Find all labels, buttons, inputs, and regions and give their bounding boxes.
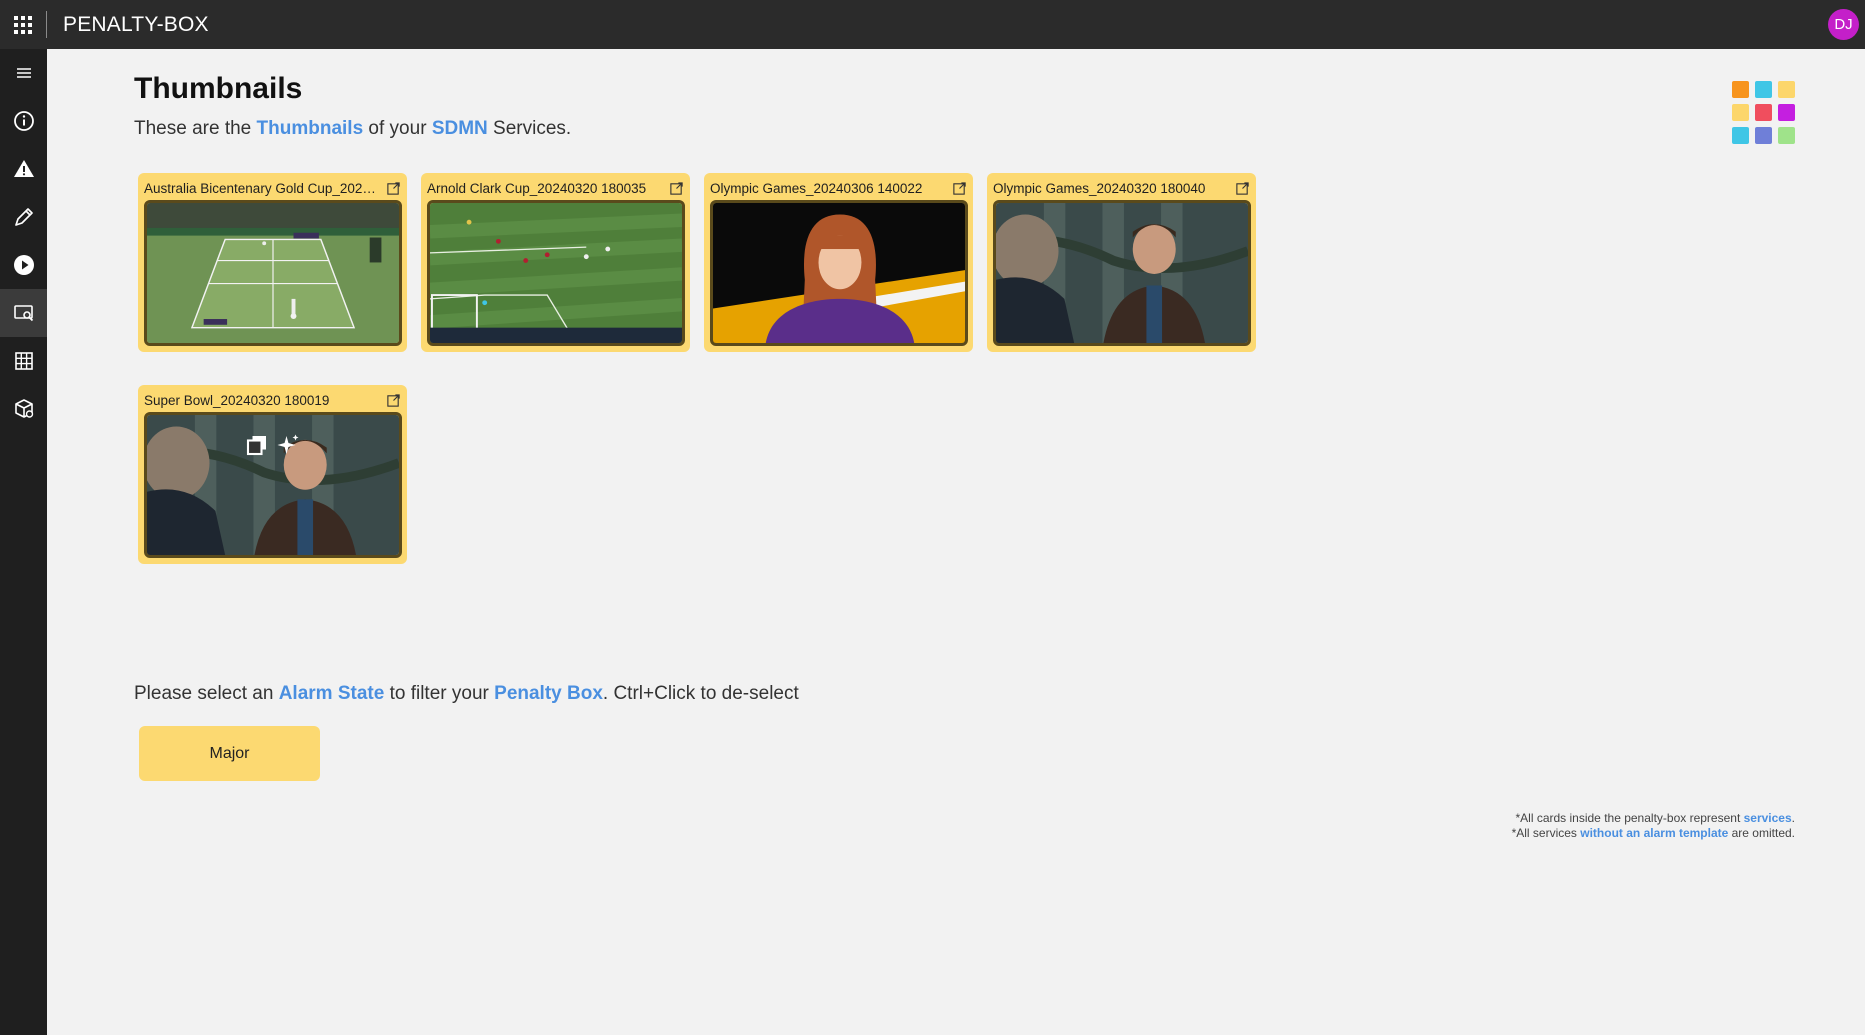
subtitle-highlight-thumbnails: Thumbnails bbox=[256, 118, 364, 139]
footnote-highlight-no-template: without an alarm template bbox=[1580, 826, 1729, 840]
open-external-icon[interactable] bbox=[386, 393, 401, 408]
sidebar bbox=[0, 49, 47, 1035]
topbar-divider bbox=[46, 11, 47, 38]
logo-tile bbox=[1778, 81, 1795, 98]
app-title: PENALTY-BOX bbox=[63, 12, 209, 36]
footnote-text: . bbox=[1791, 811, 1795, 825]
subtitle-text: of your bbox=[363, 118, 432, 139]
info-icon bbox=[13, 111, 34, 131]
open-external-icon[interactable] bbox=[669, 181, 684, 196]
user-avatar[interactable]: DJ bbox=[1828, 9, 1859, 40]
thumbnail-card[interactable]: Australia Bicentenary Gold Cup_2024... bbox=[138, 173, 407, 352]
hamburger-menu-icon bbox=[16, 68, 31, 78]
logo-tile bbox=[1732, 81, 1749, 98]
package-icon bbox=[14, 399, 33, 418]
alarm-state-major-button[interactable]: Major bbox=[139, 726, 320, 781]
sidebar-item-info[interactable] bbox=[0, 97, 47, 145]
enhance-thumbnail-button[interactable] bbox=[276, 433, 300, 457]
grid-table-icon bbox=[14, 352, 33, 370]
logo-tile bbox=[1755, 127, 1772, 144]
page-title: Thumbnails bbox=[134, 72, 303, 105]
filter-text: to filter your bbox=[384, 683, 495, 704]
footnote: *All cards inside the penalty-box repres… bbox=[1512, 811, 1795, 841]
brand-logo bbox=[1732, 81, 1795, 144]
pencil-icon bbox=[14, 208, 33, 226]
thumbnail-card[interactable]: Olympic Games_20240306 140022 bbox=[704, 173, 973, 352]
subtitle-highlight-sdmn: SDMN bbox=[431, 118, 488, 139]
footnote-text: *All cards inside the penalty-box repres… bbox=[1515, 811, 1744, 825]
logo-tile bbox=[1755, 81, 1772, 98]
footnote-text: are omitted. bbox=[1728, 826, 1795, 840]
thumbnail-image[interactable] bbox=[710, 200, 968, 346]
sidebar-item-grid[interactable] bbox=[0, 337, 47, 385]
play-icon bbox=[13, 255, 34, 275]
thumbnail-image[interactable] bbox=[144, 200, 402, 346]
logo-tile bbox=[1755, 104, 1772, 121]
subtitle-text: Services. bbox=[487, 118, 572, 139]
app-launcher-button[interactable] bbox=[0, 0, 46, 49]
thumbnail-card[interactable]: Arnold Clark Cup_20240320 180035 bbox=[421, 173, 690, 352]
card-title: Australia Bicentenary Gold Cup_2024... bbox=[144, 180, 381, 196]
sidebar-item-packages[interactable] bbox=[0, 385, 47, 433]
thumbnail-image[interactable] bbox=[427, 200, 685, 346]
open-external-icon[interactable] bbox=[952, 181, 967, 196]
footnote-line-1: *All cards inside the penalty-box repres… bbox=[1512, 811, 1795, 826]
filter-highlight-penalty-box: Penalty Box bbox=[494, 683, 603, 704]
sidebar-item-play[interactable] bbox=[0, 241, 47, 289]
top-bar: PENALTY-BOX DJ bbox=[0, 0, 1865, 49]
page-subtitle: These are the Thumbnails of your SDMN Se… bbox=[134, 118, 571, 140]
copy-image-icon bbox=[246, 436, 266, 456]
filter-text: Please select an bbox=[134, 683, 279, 704]
thumbnail-search-icon bbox=[13, 305, 33, 322]
subtitle-text: These are the bbox=[134, 118, 257, 139]
open-external-icon[interactable] bbox=[1235, 181, 1250, 196]
thumbnail-image[interactable] bbox=[993, 200, 1251, 346]
logo-tile bbox=[1732, 104, 1749, 121]
logo-tile bbox=[1778, 104, 1795, 121]
open-external-icon[interactable] bbox=[386, 181, 401, 196]
thumbnail-card[interactable]: Olympic Games_20240320 180040 bbox=[987, 173, 1256, 352]
card-title: Olympic Games_20240306 140022 bbox=[710, 180, 923, 196]
logo-tile bbox=[1778, 127, 1795, 144]
sidebar-item-edit[interactable] bbox=[0, 193, 47, 241]
sidebar-item-menu[interactable] bbox=[0, 49, 47, 97]
card-title: Arnold Clark Cup_20240320 180035 bbox=[427, 180, 647, 196]
waffle-icon bbox=[14, 15, 32, 34]
filter-text: . Ctrl+Click to de-select bbox=[602, 683, 799, 704]
card-title: Olympic Games_20240320 180040 bbox=[993, 180, 1206, 196]
filter-instructions: Please select an Alarm State to filter y… bbox=[134, 683, 799, 705]
thumbnail-card[interactable]: Super Bowl_20240320 180019 bbox=[138, 385, 407, 564]
footnote-line-2: *All services without an alarm template … bbox=[1512, 826, 1795, 841]
card-title: Super Bowl_20240320 180019 bbox=[144, 392, 330, 408]
sidebar-item-alarms[interactable] bbox=[0, 145, 47, 193]
warning-icon bbox=[13, 160, 34, 177]
logo-tile bbox=[1732, 127, 1749, 144]
sidebar-item-thumbnails[interactable] bbox=[0, 289, 47, 337]
main-content: Thumbnails These are the Thumbnails of y… bbox=[47, 49, 1865, 1035]
footnote-text: *All services bbox=[1511, 826, 1581, 840]
footnote-highlight-services: services bbox=[1743, 811, 1792, 825]
copy-thumbnail-button[interactable] bbox=[245, 433, 269, 457]
filter-highlight-alarm-state: Alarm State bbox=[278, 683, 385, 704]
sparkle-icon bbox=[277, 434, 299, 454]
thumbnail-image[interactable] bbox=[144, 412, 402, 558]
